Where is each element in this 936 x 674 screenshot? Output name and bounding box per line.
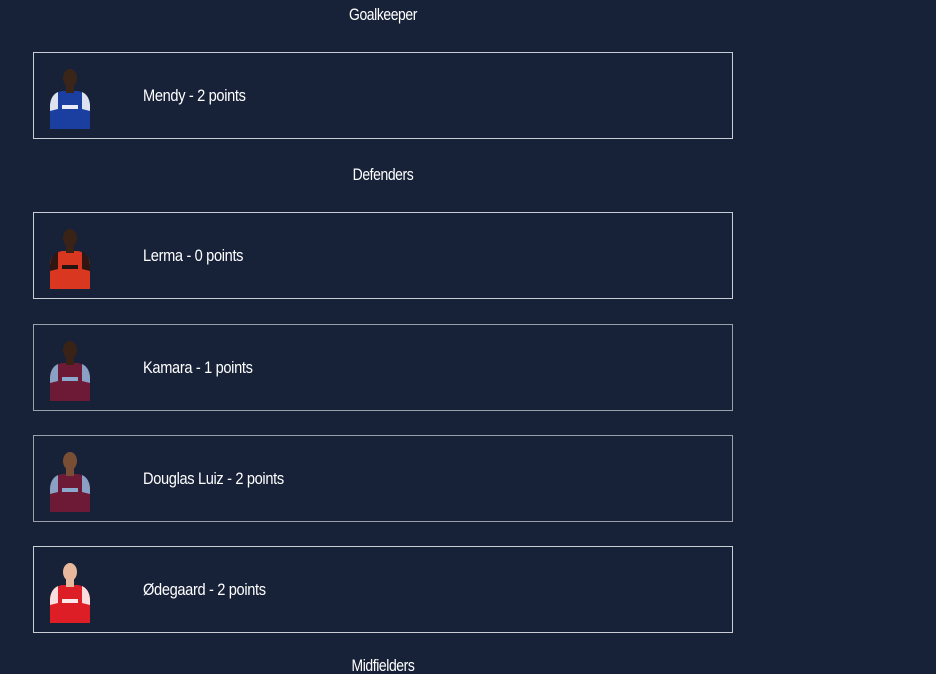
player-card[interactable]: Kamara - 1 points (33, 324, 733, 411)
section-title-goalkeeper: Goalkeeper (349, 5, 417, 24)
player-label: Lerma - 0 points (143, 246, 244, 265)
player-photo (50, 229, 90, 289)
player-photo (50, 563, 90, 623)
section-title-defenders: Defenders (352, 165, 414, 184)
player-label: Mendy - 2 points (143, 86, 246, 105)
player-card[interactable]: Mendy - 2 points (33, 52, 733, 139)
squad-list: Goalkeeper Mendy - 2 points Defenders Le… (0, 0, 936, 674)
player-photo (50, 452, 90, 512)
player-label: Kamara - 1 points (143, 358, 253, 377)
player-photo (50, 341, 90, 401)
player-label: Ødegaard - 2 points (143, 580, 266, 599)
player-card[interactable]: Lerma - 0 points (33, 212, 733, 299)
player-photo (50, 69, 90, 129)
section-title-midfielders: Midfielders (351, 656, 415, 674)
player-card[interactable]: Douglas Luiz - 2 points (33, 435, 733, 522)
player-card[interactable]: Ødegaard - 2 points (33, 546, 733, 633)
player-label: Douglas Luiz - 2 points (143, 469, 284, 488)
